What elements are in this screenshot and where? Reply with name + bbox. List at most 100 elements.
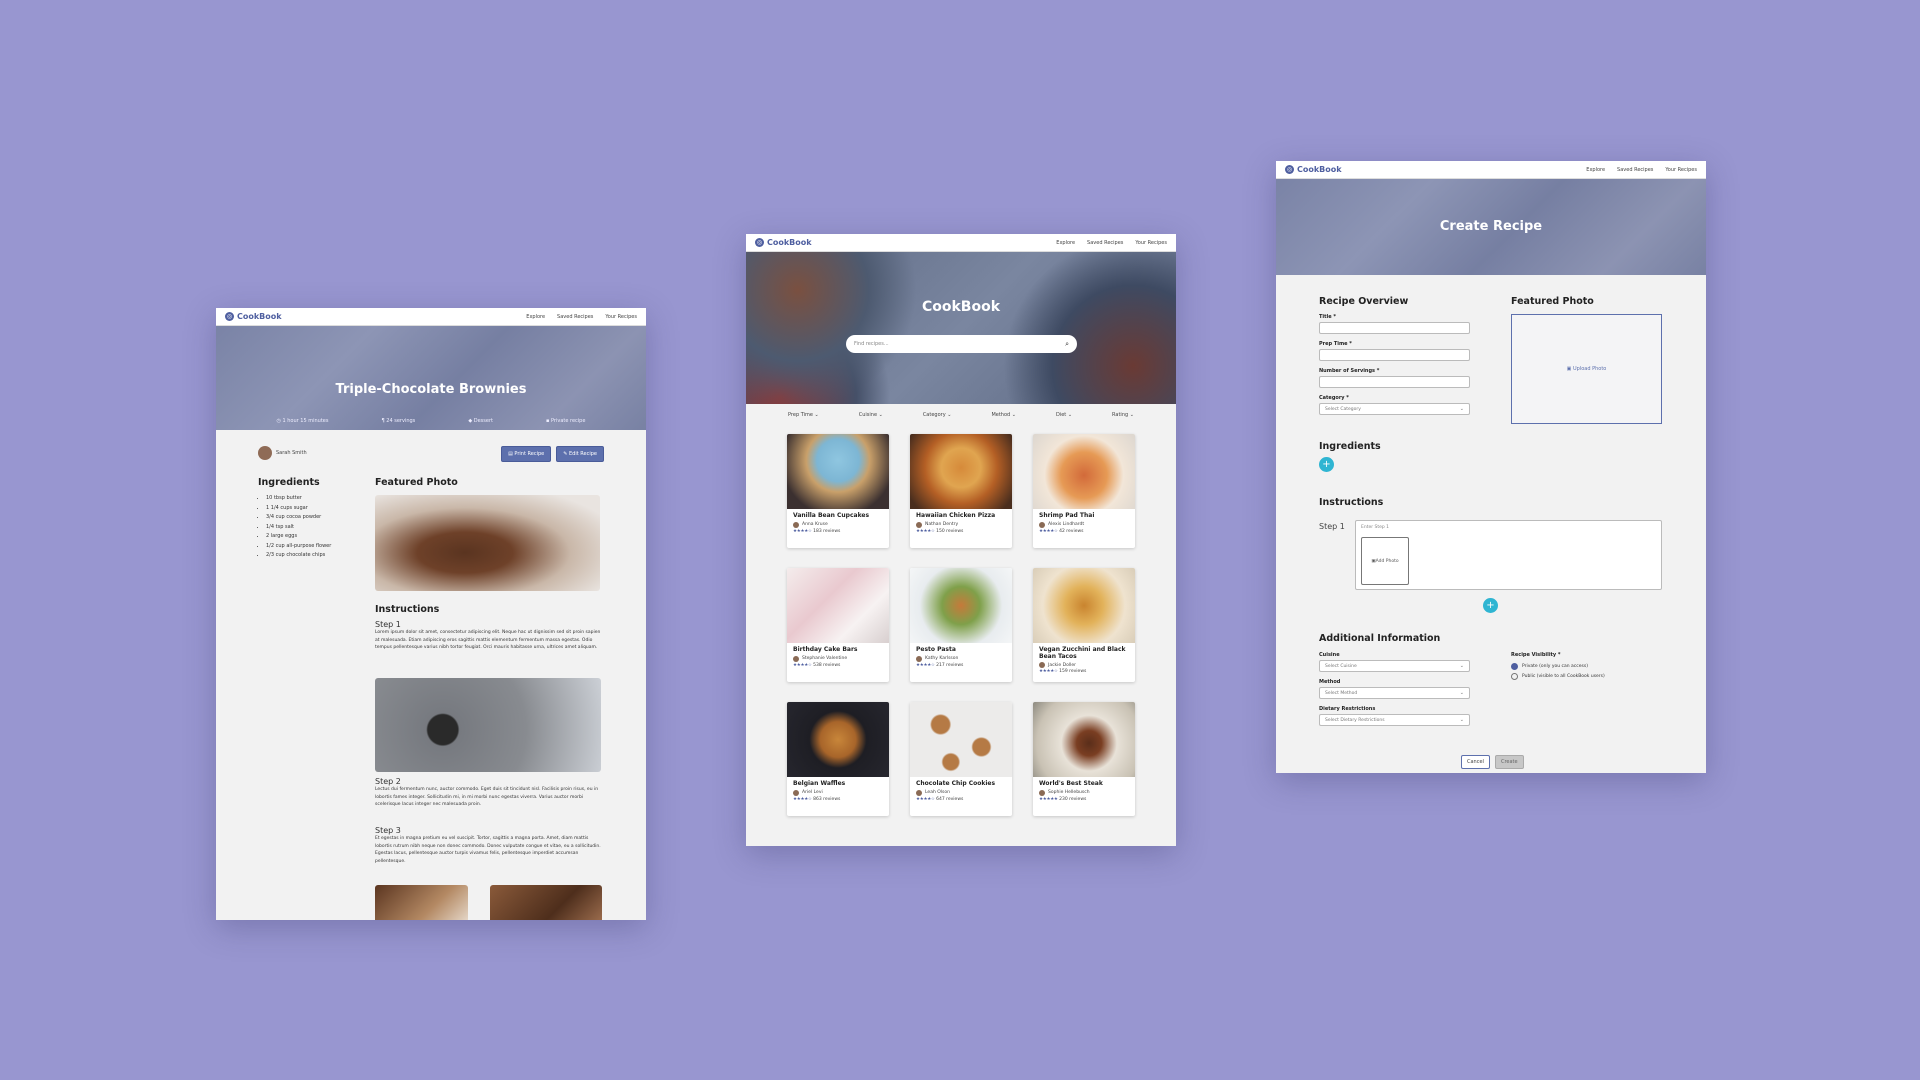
search-input[interactable]: Find recipes...: [854, 341, 889, 347]
nav-explore[interactable]: Explore: [1586, 167, 1605, 173]
step-3-text: Et egestas in magna pretium eu vel susci…: [375, 836, 601, 864]
chevron-down-icon: ⌄: [1459, 406, 1464, 412]
avatar: [916, 655, 922, 662]
navbar: ◎ CookBook Explore Saved Recipes Your Rec…: [1276, 161, 1706, 179]
card-author: Anna Kruse: [802, 522, 828, 527]
nav-your-recipes[interactable]: Your Recipes: [605, 314, 637, 320]
chevron-down-icon: ⌄: [945, 412, 952, 418]
logo[interactable]: ◎ CookBook: [225, 312, 282, 321]
upload-photo-dropzone[interactable]: ▣ Upload Photo: [1511, 314, 1662, 424]
nav-saved-recipes[interactable]: Saved Recipes: [1617, 167, 1653, 173]
upload-photo-button[interactable]: ▣ Upload Photo: [1567, 366, 1607, 372]
card-author: Kathy Karlsson: [925, 656, 959, 661]
radio-unchecked-icon[interactable]: [1511, 673, 1518, 680]
author-name[interactable]: Sarah Smith: [276, 450, 307, 456]
title-input[interactable]: [1319, 322, 1470, 334]
recipe-card[interactable]: World's Best Steak Sophie Hellebusch ★★★…: [1033, 702, 1135, 816]
logo[interactable]: ◎ CookBook: [1285, 165, 1342, 174]
filter-cuisine[interactable]: Cuisine ⌄: [859, 412, 883, 418]
card-author: Ariel Levi: [802, 790, 823, 795]
filter-category[interactable]: Category ⌄: [923, 412, 952, 418]
filter-rating[interactable]: Rating ⌄: [1112, 412, 1134, 418]
recipe-card[interactable]: Hawaiian Chicken Pizza Nathan Dentry ★★★…: [910, 434, 1012, 548]
nav-explore[interactable]: Explore: [1056, 240, 1075, 246]
card-title: Hawaiian Chicken Pizza: [916, 512, 996, 519]
add-step-button[interactable]: +: [1483, 598, 1498, 613]
card-title: Belgian Waffles: [793, 780, 846, 787]
recipe-card[interactable]: Vegan Zucchini and Black Bean Tacos Jack…: [1033, 568, 1135, 682]
create-button[interactable]: Create: [1494, 755, 1524, 769]
search-icon[interactable]: ⌕: [1065, 340, 1069, 349]
filter-method[interactable]: Method ⌄: [991, 412, 1016, 418]
recipe-card[interactable]: Birthday Cake Bars Stephanie Valentine ★…: [787, 568, 889, 682]
card-title: Vegan Zucchini and Black Bean Tacos: [1039, 646, 1126, 660]
create-recipe-mockup: ◎ CookBook Explore Saved Recipes Your Rec…: [1276, 161, 1706, 773]
review-count: 230 reviews: [1059, 796, 1087, 802]
dietary-placeholder: Select Dietary Restrictions: [1325, 717, 1385, 723]
star-rating: ★★★★★: [1039, 796, 1058, 802]
card-title: Shrimp Pad Thai: [1039, 512, 1095, 519]
recipe-card[interactable]: Belgian Waffles Ariel Levi ★★★★☆ 863 rev…: [787, 702, 889, 816]
explore-title: CookBook: [921, 299, 1001, 315]
add-photo-button[interactable]: ▣ Add Photo: [1361, 537, 1409, 585]
method-select[interactable]: Select Method ⌄: [1319, 687, 1470, 699]
explore-mockup: ◎ CookBook Explore Saved Recipes Your Rec…: [746, 234, 1176, 846]
card-title: Chocolate Chip Cookies: [916, 780, 996, 787]
card-image: [910, 568, 1012, 643]
cuisine-select[interactable]: Select Cuisine ⌄: [1319, 660, 1470, 672]
card-image: [910, 702, 1012, 777]
author-row: Sarah Smith: [258, 446, 307, 460]
ingredient-item: 1 1/4 cups sugar: [266, 504, 331, 514]
visibility-private-option[interactable]: Private (only you can access): [1511, 663, 1605, 670]
dietary-select[interactable]: Select Dietary Restrictions ⌄: [1319, 714, 1470, 726]
featured-photo-heading: Featured Photo: [375, 477, 458, 488]
ingredients-photo: [375, 678, 601, 772]
step-3-label: Step 3: [375, 826, 401, 835]
cancel-button[interactable]: Cancel: [1461, 755, 1490, 769]
recipe-card[interactable]: Chocolate Chip Cookies Leah Olson ★★★★☆ …: [910, 702, 1012, 816]
card-author: Alexis Lindhardt: [1048, 522, 1085, 527]
category-placeholder: Select Category: [1325, 406, 1361, 412]
avatar: [258, 446, 272, 460]
star-rating: ★★★★☆: [793, 528, 812, 534]
recipe-card[interactable]: Shrimp Pad Thai Alexis Lindhardt ★★★★☆ 4…: [1033, 434, 1135, 548]
ingredients-heading: Ingredients: [258, 477, 320, 488]
method-placeholder: Select Method: [1325, 690, 1358, 696]
nav-saved-recipes[interactable]: Saved Recipes: [557, 314, 593, 320]
prep-time-input[interactable]: [1319, 349, 1470, 361]
step-2-text: Lectus dui fermentum nunc, auctor commod…: [375, 787, 599, 807]
overview-heading: Recipe Overview: [1319, 296, 1409, 307]
recipe-card[interactable]: Vanilla Bean Cupcakes Anna Kruse ★★★★☆ 1…: [787, 434, 889, 548]
featured-photo-heading: Featured Photo: [1511, 296, 1594, 307]
nav-your-recipes[interactable]: Your Recipes: [1135, 240, 1167, 246]
print-recipe-button[interactable]: ▤ Print Recipe: [501, 446, 552, 462]
card-image: [1033, 434, 1135, 509]
radio-checked-icon[interactable]: [1511, 663, 1518, 670]
avatar: [1039, 521, 1045, 528]
nav-saved-recipes[interactable]: Saved Recipes: [1087, 240, 1123, 246]
filter-diet[interactable]: Diet ⌄: [1056, 412, 1072, 418]
upload-label: Upload Photo: [1572, 366, 1607, 372]
nav-explore[interactable]: Explore: [526, 314, 545, 320]
star-rating: ★★★★☆: [1039, 528, 1058, 534]
add-ingredient-button[interactable]: +: [1319, 457, 1334, 472]
step-2-label: Step 2: [375, 777, 401, 786]
visibility-public-option[interactable]: Public (visible to all CookBook users): [1511, 673, 1605, 680]
avatar: [1039, 662, 1045, 668]
recipe-card[interactable]: Pesto Pasta Kathy Karlsson ★★★★☆ 217 rev…: [910, 568, 1012, 682]
chevron-down-icon: ⌄: [1010, 412, 1016, 418]
card-image: [1033, 702, 1135, 777]
recipe-title: Triple-Chocolate Brownies: [335, 382, 527, 397]
filter-prep-time[interactable]: Prep Time ⌄: [788, 412, 819, 418]
servings-input[interactable]: [1319, 376, 1470, 388]
plus-icon: +: [1486, 600, 1495, 611]
category-select[interactable]: Select Category ⌄: [1319, 403, 1470, 415]
search-bar[interactable]: Find recipes... ⌕: [846, 335, 1077, 353]
logo-icon: ◎: [1285, 165, 1294, 174]
nav-your-recipes[interactable]: Your Recipes: [1665, 167, 1697, 173]
edit-recipe-button[interactable]: ✎ Edit Recipe: [556, 446, 604, 462]
card-title: Birthday Cake Bars: [793, 646, 858, 653]
hero-banner: Triple-Chocolate Brownies ◷ 1 hour 15 mi…: [216, 326, 646, 430]
step-1-textarea[interactable]: Enter Step 1 ▣ Add Photo: [1355, 520, 1662, 590]
logo[interactable]: ◎ CookBook: [755, 238, 812, 247]
